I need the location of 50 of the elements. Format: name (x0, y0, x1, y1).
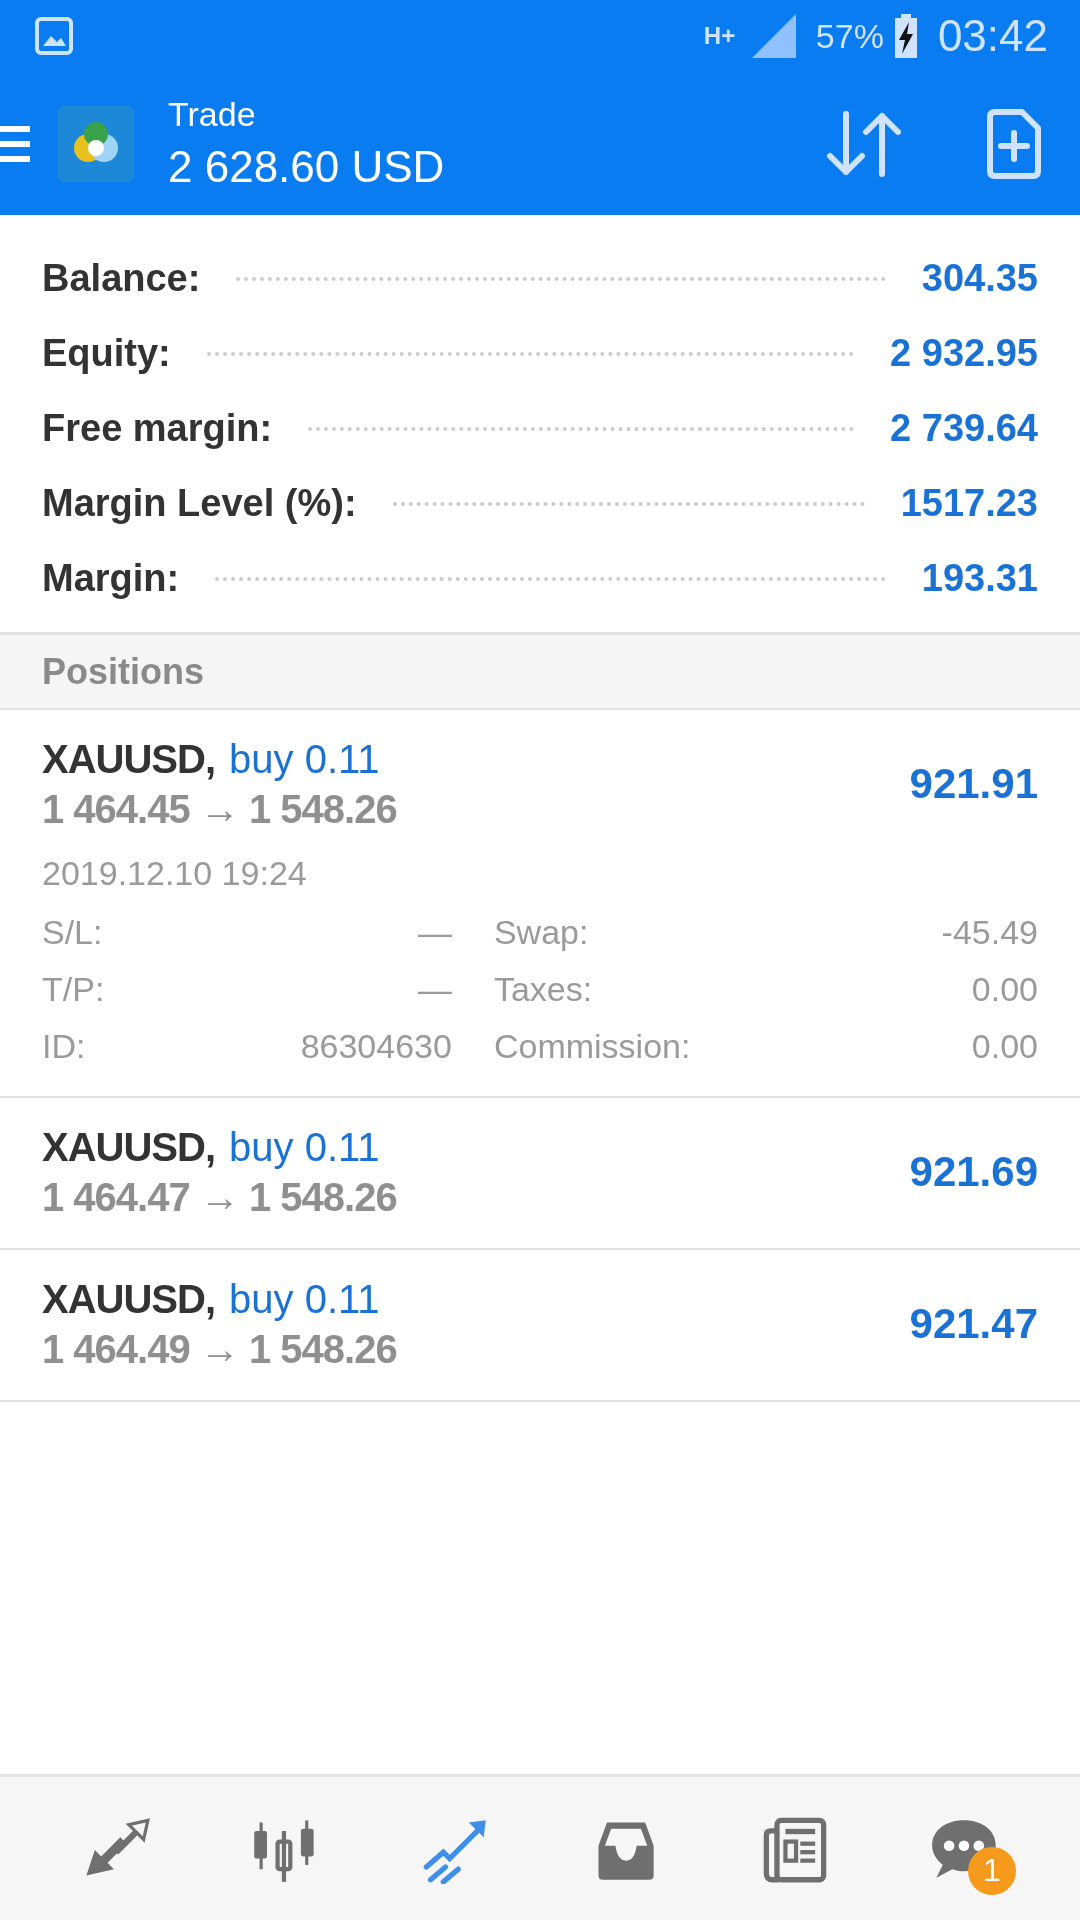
summary-value: 2 739.64 (890, 407, 1038, 450)
symbol: XAUUSD, (42, 1124, 216, 1171)
price-range: 1 464.49 → 1 548.26 (42, 1326, 397, 1373)
detail-label: Commission: (493, 1027, 691, 1066)
clock: 03:42 (937, 11, 1048, 61)
network-type: H+ (703, 24, 737, 48)
detail-value: 86304630 (300, 1027, 452, 1066)
summary-label: Margin Level (%): (42, 482, 357, 525)
profit: 921.47 (909, 1300, 1038, 1348)
summary-value: 304.35 (921, 257, 1038, 300)
summary-value: 1517.23 (900, 482, 1038, 525)
symbol: XAUUSD, (42, 736, 216, 783)
sort-icon[interactable] (826, 109, 902, 178)
detail-value: — (417, 913, 452, 952)
detail-value: 0.00 (971, 1027, 1038, 1066)
notification-badge: 1 (968, 1846, 1016, 1895)
symbol: XAUUSD, (42, 1276, 216, 1323)
position-row[interactable]: XAUUSD, buy 0.11 1 464.45 → 1 548.26 921.91 2019.12.10 19:24 S/L: — Swap: -45.49 T/P: — Taxes: 0.00 ID: 86304630 Commission: 0.00 (0, 710, 1080, 1098)
account-balance: 2 628.60 USD (168, 142, 445, 192)
position-row[interactable]: XAUUSD, buy 0.11 1 464.47 → 1 548.26 921.69 (0, 1098, 1080, 1250)
summary-label: Free margin: (42, 407, 273, 450)
summary-value: 193.31 (921, 557, 1038, 600)
order-type: buy 0.11 (229, 1276, 380, 1323)
summary-label: Balance: (42, 257, 201, 300)
image-icon (34, 16, 74, 56)
battery-level: 57% (815, 16, 884, 56)
open-time: 2019.12.10 19:24 (42, 854, 308, 893)
order-type: buy 0.11 (229, 1124, 380, 1171)
detail-value: — (417, 970, 452, 1009)
detail-label: S/L: (42, 913, 103, 952)
price-range: 1 464.47 → 1 548.26 (42, 1174, 397, 1221)
profit: 921.69 (909, 1148, 1038, 1196)
profit: 921.91 (909, 760, 1038, 808)
price-range: 1 464.45 → 1 548.26 (42, 786, 397, 833)
battery-icon (893, 14, 918, 58)
detail-value: 0.00 (971, 970, 1038, 1009)
summary-value: 2 932.95 (890, 332, 1038, 375)
screen-title: Trade (168, 95, 257, 134)
app-logo-icon (58, 105, 134, 182)
section-header: Positions (0, 635, 1080, 710)
new-order-icon[interactable] (986, 108, 1042, 179)
detail-value: -45.49 (941, 913, 1038, 952)
detail-label: ID: (42, 1027, 86, 1066)
detail-label: T/P: (42, 970, 105, 1009)
summary-label: Equity: (42, 332, 171, 375)
order-type: buy 0.11 (229, 736, 380, 783)
summary-label: Margin: (42, 557, 180, 600)
detail-label: Swap: (493, 913, 589, 952)
position-row[interactable]: XAUUSD, buy 0.11 1 464.49 → 1 548.26 921.47 (0, 1250, 1080, 1402)
detail-label: Taxes: (493, 970, 593, 1009)
